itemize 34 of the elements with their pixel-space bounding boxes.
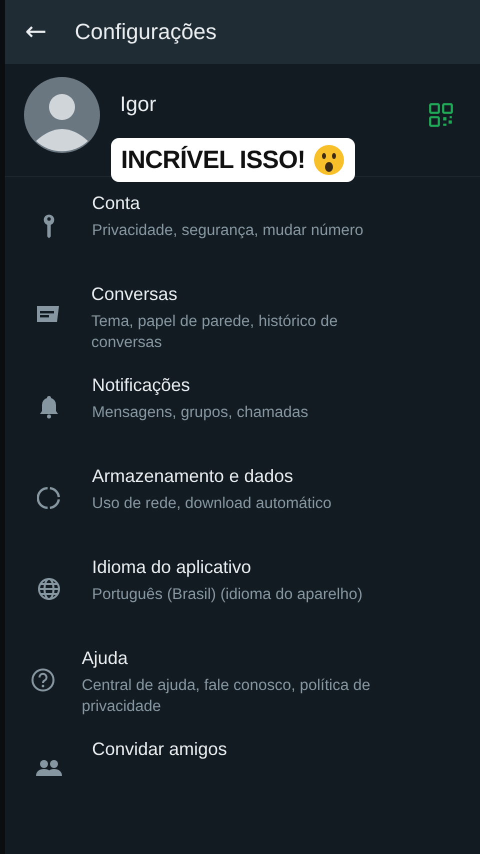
people-icon xyxy=(34,759,62,777)
item-subtitle: Tema, papel de parede, histórico de conversas xyxy=(91,312,339,353)
help-icon xyxy=(31,668,56,692)
item-subtitle: Uso de rede, download automático xyxy=(92,494,332,514)
avatar-icon[interactable] xyxy=(24,77,100,153)
item-title: Conversas xyxy=(91,284,178,305)
item-title: Notificações xyxy=(92,375,192,396)
settings-item[interactable]: Armazenamento e dados Uso de rede, download automático xyxy=(5,460,480,551)
caption-text: INCRÍVEL ISSO! xyxy=(121,146,306,174)
data-usage-icon xyxy=(36,486,60,510)
item-subtitle: Privacidade, segurança, mudar número xyxy=(92,221,364,241)
settings-item[interactable]: Convidar amigos xyxy=(5,733,480,824)
settings-item[interactable]: Conta Privacidade, segurança, mudar número xyxy=(5,187,480,278)
settings-item[interactable]: Notificações Mensagens, grupos, chamadas xyxy=(5,369,480,460)
item-title: Convidar amigos xyxy=(92,739,228,760)
item-subtitle: Mensagens, grupos, chamadas xyxy=(92,403,308,423)
settings-item[interactable]: Conversas Tema, papel de parede, histórico de conversas xyxy=(5,278,480,369)
item-subtitle: Português (Brasil) (idioma do aparelho) xyxy=(92,585,363,605)
profile-name[interactable]: Igor xyxy=(120,93,408,117)
key-icon xyxy=(42,213,56,239)
qr-code-icon[interactable] xyxy=(428,102,454,128)
bell-icon xyxy=(38,395,58,419)
item-title: Armazenamento e dados xyxy=(92,466,294,487)
message-icon xyxy=(35,304,62,324)
screen-title: Configurações xyxy=(74,19,217,45)
item-title: Idioma do aplicativo xyxy=(92,557,252,578)
globe-icon xyxy=(36,577,60,601)
item-subtitle: Central de ajuda, fale conosco, política de privacidade xyxy=(82,676,372,717)
item-title: Conta xyxy=(92,193,142,214)
settings-item[interactable]: Idioma do aplicativo Português (Brasil) (idioma do aparelho) xyxy=(5,551,480,642)
settings-item[interactable]: Ajuda Central de ajuda, fale conosco, política de privacidade xyxy=(5,642,480,733)
back-button[interactable]: ← xyxy=(25,19,47,45)
item-title: Ajuda xyxy=(82,648,129,669)
surprised-emoji-icon xyxy=(313,144,346,176)
